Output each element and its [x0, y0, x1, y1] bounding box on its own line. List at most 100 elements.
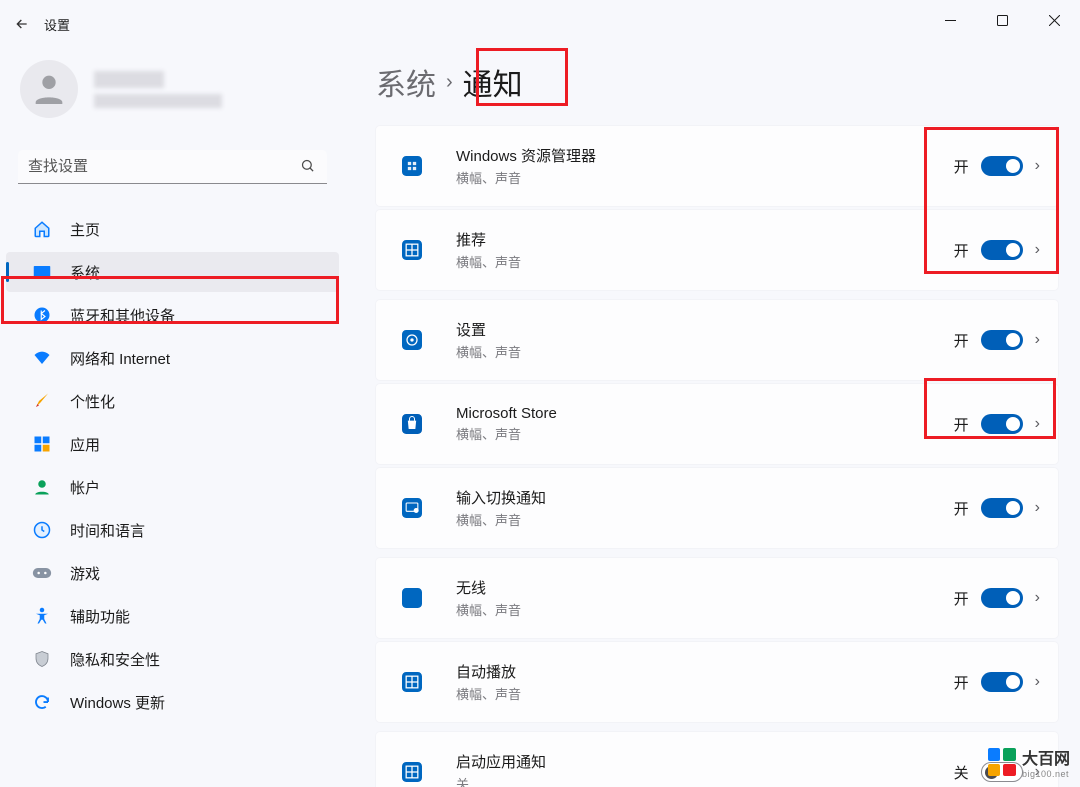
toggle-state-label: 开	[954, 414, 969, 435]
shield-icon	[32, 649, 52, 669]
toggle-state-label: 开	[954, 588, 969, 609]
chevron-right-icon[interactable]: ›	[1035, 589, 1040, 607]
toggle-switch[interactable]	[981, 414, 1023, 434]
toggle-switch[interactable]	[981, 156, 1023, 176]
sidebar-item-windows-update[interactable]: Windows 更新	[6, 682, 339, 722]
sidebar-item-label: 帐户	[70, 477, 100, 498]
clock-icon	[32, 520, 52, 540]
apps-icon	[32, 434, 52, 454]
app-notification-row[interactable]: 自动播放横幅、声音开 ›	[376, 642, 1058, 722]
app-name: 启动应用通知	[456, 751, 954, 772]
maximize-button[interactable]	[976, 0, 1028, 40]
app-desc: 横幅、声音	[456, 510, 954, 529]
toggle-state-label: 关	[954, 762, 969, 783]
app-icon	[394, 490, 430, 526]
toggle-state-label: 开	[954, 672, 969, 693]
sidebar-item-label: 应用	[70, 434, 100, 455]
sidebar-item-label: 网络和 Internet	[70, 348, 170, 369]
minimize-button[interactable]	[924, 0, 976, 40]
app-desc: 横幅、声音	[456, 684, 954, 703]
app-notification-row[interactable]: 无线横幅、声音开 ›	[376, 558, 1058, 638]
update-icon	[32, 692, 52, 712]
toggle-switch[interactable]	[981, 240, 1023, 260]
accessibility-icon	[32, 606, 52, 626]
breadcrumb-parent[interactable]: 系统	[376, 60, 436, 104]
app-icon	[394, 148, 430, 184]
breadcrumb: 系统 › 通知	[370, 48, 1064, 114]
toggle-switch[interactable]	[981, 672, 1023, 692]
app-icon	[394, 754, 430, 787]
app-name: 设置	[456, 319, 954, 340]
toggle-switch[interactable]	[981, 498, 1023, 518]
sidebar-item-apps[interactable]: 应用	[6, 424, 339, 464]
brush-icon	[32, 391, 52, 411]
toggle-state-label: 开	[954, 240, 969, 261]
app-notification-row[interactable]: Microsoft Store 横幅、声音开 ›	[376, 384, 1058, 464]
app-desc: 横幅、声音	[456, 424, 954, 443]
sidebar-item-accessibility[interactable]: 辅助功能	[6, 596, 339, 636]
app-icon	[394, 232, 430, 268]
close-button[interactable]	[1028, 0, 1080, 40]
logo-icon	[988, 748, 1016, 776]
chevron-right-icon[interactable]: ›	[1035, 415, 1040, 433]
user-name	[94, 71, 222, 108]
app-name: 输入切换通知	[456, 487, 954, 508]
app-notification-row[interactable]: 启动应用通知关关›	[376, 732, 1058, 787]
sidebar-item-label: 主页	[70, 219, 100, 240]
avatar	[20, 60, 78, 118]
app-icon	[394, 580, 430, 616]
sidebar-item-accounts[interactable]: 帐户	[6, 467, 339, 507]
chevron-right-icon[interactable]: ›	[1035, 673, 1040, 691]
chevron-right-icon[interactable]: ›	[1035, 241, 1040, 259]
sidebar-item-network[interactable]: 网络和 Internet	[6, 338, 339, 378]
app-notification-row[interactable]: 输入切换通知横幅、声音开 ›	[376, 468, 1058, 548]
app-name: Microsoft Store	[456, 405, 954, 422]
app-notification-row[interactable]: 推荐横幅、声音开 ›	[376, 210, 1058, 290]
watermark: 大百网 big100.net	[988, 745, 1070, 779]
app-name: 自动播放	[456, 661, 954, 682]
app-name: 推荐	[456, 229, 954, 250]
toggle-state-label: 开	[954, 156, 969, 177]
wifi-icon	[32, 348, 52, 368]
chevron-right-icon[interactable]: ›	[1035, 157, 1040, 175]
breadcrumb-current: 通知	[463, 60, 523, 104]
app-desc: 关	[456, 774, 954, 787]
toggle-state-label: 开	[954, 498, 969, 519]
bluetooth-icon	[32, 305, 52, 325]
back-button[interactable]	[0, 16, 44, 32]
app-icon	[394, 664, 430, 700]
sidebar-item-system[interactable]: 系统	[6, 252, 339, 292]
app-notification-row[interactable]: 设置横幅、声音开 ›	[376, 300, 1058, 380]
sidebar-item-home[interactable]: 主页	[6, 209, 339, 249]
sidebar-item-time-language[interactable]: 时间和语言	[6, 510, 339, 550]
sidebar-item-label: 蓝牙和其他设备	[70, 305, 175, 326]
chevron-right-icon[interactable]: ›	[1035, 331, 1040, 349]
toggle-state-label: 开	[954, 330, 969, 351]
window-title: 设置	[44, 15, 70, 34]
sidebar-item-label: 隐私和安全性	[70, 649, 160, 670]
toggle-switch[interactable]	[981, 588, 1023, 608]
user-profile[interactable]	[0, 56, 345, 130]
app-desc: 横幅、声音	[456, 168, 954, 187]
chevron-right-icon: ›	[446, 71, 453, 94]
app-desc: 横幅、声音	[456, 600, 954, 619]
toggle-switch[interactable]	[981, 330, 1023, 350]
app-desc: 横幅、声音	[456, 252, 954, 271]
app-name: 无线	[456, 577, 954, 598]
sidebar-item-bluetooth[interactable]: 蓝牙和其他设备	[6, 295, 339, 335]
sidebar-item-label: 游戏	[70, 563, 100, 584]
sidebar-item-label: Windows 更新	[70, 692, 165, 713]
app-notification-row[interactable]: Windows 资源管理器横幅、声音开 ›	[376, 126, 1058, 206]
sidebar-item-gaming[interactable]: 游戏	[6, 553, 339, 593]
search-input[interactable]	[18, 150, 327, 184]
app-icon	[394, 406, 430, 442]
app-name: Windows 资源管理器	[456, 145, 954, 166]
system-icon	[32, 262, 52, 282]
gamepad-icon	[32, 563, 52, 583]
app-desc: 横幅、声音	[456, 342, 954, 361]
person-icon	[32, 477, 52, 497]
chevron-right-icon[interactable]: ›	[1035, 499, 1040, 517]
search-icon	[300, 158, 315, 177]
sidebar-item-personalization[interactable]: 个性化	[6, 381, 339, 421]
sidebar-item-privacy[interactable]: 隐私和安全性	[6, 639, 339, 679]
